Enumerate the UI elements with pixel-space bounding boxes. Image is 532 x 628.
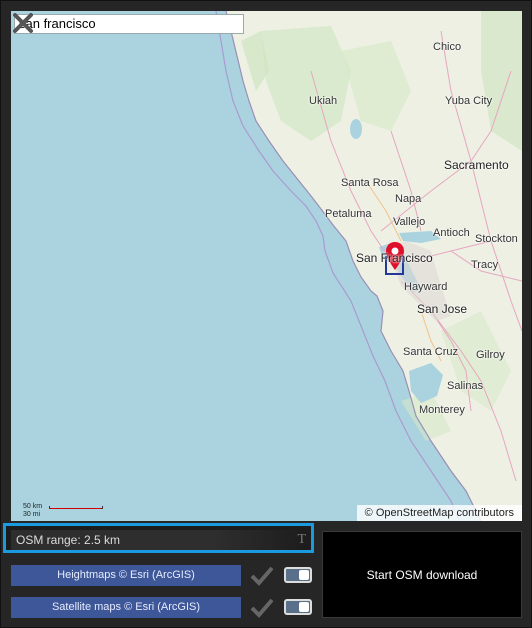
osm-range-input[interactable]: OSM range: 2.5 km xyxy=(11,530,301,550)
city-label: Santa Cruz xyxy=(403,346,459,358)
app-window: Chico Ukiah Yuba City Sacramento Santa R… xyxy=(0,0,532,628)
scale-bar-secondary xyxy=(49,508,101,509)
city-label: San Francisco xyxy=(356,251,433,265)
city-label: Yuba City xyxy=(445,95,493,107)
city-label: San Jose xyxy=(417,302,468,316)
city-label: Antioch xyxy=(433,227,470,239)
heightmaps-button[interactable]: Heightmaps © Esri (ArcGIS) xyxy=(11,565,241,586)
satellite-toggle[interactable] xyxy=(284,599,312,615)
osm-range-field[interactable]: OSM range: 2.5 km T xyxy=(3,523,314,553)
city-label: Chico xyxy=(433,41,462,53)
text-cursor-icon: T xyxy=(297,532,306,547)
map-canvas xyxy=(215,11,522,521)
close-icon[interactable] xyxy=(11,11,35,35)
map-scale: 50 km 30 mi xyxy=(23,503,103,519)
satellite-maps-button[interactable]: Satellite maps © Esri (ArcGIS) xyxy=(11,597,241,618)
city-label: Vallejo xyxy=(393,216,426,228)
city-label: Ukiah xyxy=(309,95,338,107)
search-input[interactable] xyxy=(14,14,244,34)
city-label: Monterey xyxy=(419,404,465,416)
city-label: Napa xyxy=(395,193,422,205)
toggle-knob xyxy=(299,570,309,580)
city-label: Salinas xyxy=(447,380,484,392)
toggle-knob xyxy=(299,602,309,612)
city-label: Santa Rosa xyxy=(341,177,399,189)
city-label: Petaluma xyxy=(325,208,372,220)
scale-mi-label: 30 mi xyxy=(23,511,41,518)
city-label: Hayward xyxy=(404,281,448,293)
start-osm-download-button[interactable]: Start OSM download xyxy=(322,531,522,618)
heightmaps-toggle[interactable] xyxy=(284,567,312,583)
city-label: Sacramento xyxy=(444,158,509,172)
city-label: Gilroy xyxy=(476,349,505,361)
city-label: Stockton xyxy=(475,233,518,245)
map-attribution[interactable]: © OpenStreetMap contributors xyxy=(356,505,522,521)
checkmark-icon xyxy=(250,566,274,586)
map-view[interactable]: Chico Ukiah Yuba City Sacramento Santa R… xyxy=(11,11,522,521)
city-label: Tracy xyxy=(471,259,499,271)
scale-km-label: 50 km xyxy=(23,503,43,510)
checkmark-icon xyxy=(250,598,274,618)
